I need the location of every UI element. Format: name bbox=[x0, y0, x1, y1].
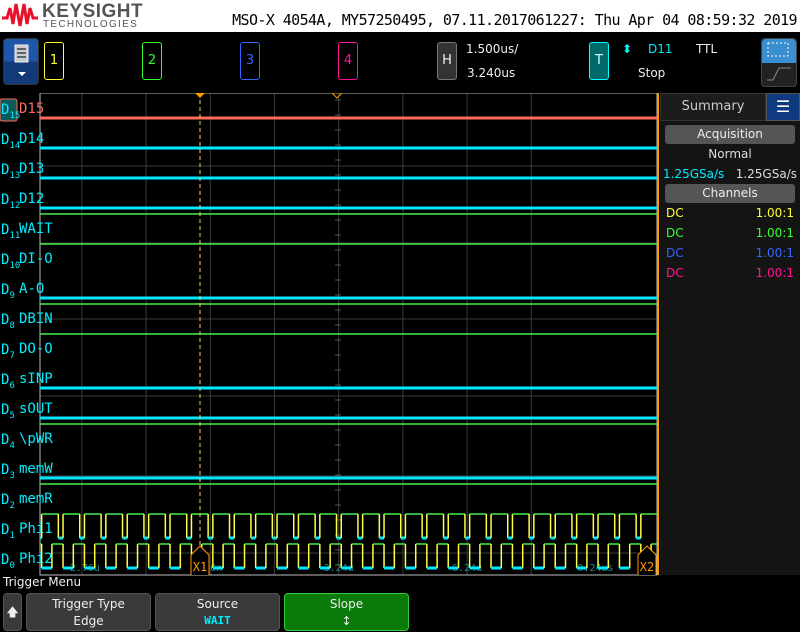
channel-3-button[interactable]: 3 bbox=[240, 42, 260, 80]
brand-subtitle: TECHNOLOGIES bbox=[43, 19, 139, 30]
menu-up-button[interactable]: 🡅 bbox=[3, 593, 22, 631]
channel-id: D5 bbox=[1, 402, 15, 421]
channel-id: D3 bbox=[1, 462, 15, 481]
signal-name: DBIN bbox=[19, 311, 53, 327]
summary-panel: Summary ☰ Acquisition Normal 1.25GSa/s 1.… bbox=[660, 93, 800, 575]
channel-id: D10 bbox=[1, 252, 20, 271]
channel-id: D1 bbox=[1, 522, 15, 541]
channels-header: Channels bbox=[665, 184, 795, 203]
timebase-delay: 3.240us bbox=[467, 66, 516, 80]
channel-id: D14 bbox=[1, 132, 20, 151]
waveform-display[interactable]: -2.76u 240n 3.24u 6.24u 9.24usD15D15D14D14D1… bbox=[0, 93, 660, 576]
keysight-logo-icon bbox=[2, 3, 38, 27]
channel-id: D13 bbox=[1, 162, 20, 181]
source-softkey[interactable]: Source WAIT bbox=[155, 593, 280, 631]
sample-rate-2: 1.25GSa/s bbox=[735, 167, 797, 181]
softkey-value: Edge bbox=[73, 614, 104, 628]
signal-name: memR bbox=[19, 491, 53, 507]
channel-summary-row: DC 1.00:1 bbox=[660, 243, 800, 263]
signal-name: WAIT bbox=[19, 221, 53, 237]
channel-id: D4 bbox=[1, 432, 15, 451]
channel-id: D12 bbox=[1, 192, 20, 211]
signal-name: D12 bbox=[19, 191, 44, 207]
channel-summary-row: DC 1.00:1 bbox=[660, 223, 800, 243]
slope-softkey[interactable]: Slope ↕ bbox=[284, 593, 409, 631]
signal-name: D15 bbox=[19, 101, 44, 117]
trigger-position-marker bbox=[195, 93, 205, 98]
probe-ratio: 1.00:1 bbox=[755, 226, 794, 240]
signal-name: sOUT bbox=[19, 401, 53, 417]
channel-1-button[interactable]: 1 bbox=[44, 42, 64, 80]
zone-select-icon[interactable] bbox=[762, 39, 796, 63]
signal-name: Phi1 bbox=[19, 521, 53, 537]
main-menu-button[interactable] bbox=[3, 38, 39, 85]
trigger-level: TTL bbox=[696, 42, 718, 56]
acquisition-header: Acquisition bbox=[665, 125, 795, 144]
coupling: DC bbox=[666, 266, 684, 280]
summary-tab[interactable]: Summary bbox=[660, 93, 766, 121]
trigger-button[interactable]: T bbox=[589, 42, 609, 80]
trigger-source: D11 bbox=[648, 42, 673, 56]
probe-ratio: 1.00:1 bbox=[755, 206, 794, 220]
signal-name: DI-O bbox=[19, 251, 53, 267]
softkey-label: Trigger Type bbox=[52, 597, 125, 611]
title-bar: KEYSIGHT TECHNOLOGIES MSO-X 4054A, MY572… bbox=[0, 0, 800, 32]
channel-id: D2 bbox=[1, 492, 15, 511]
touch-mode-buttons bbox=[761, 38, 797, 87]
cursor-label: X2 bbox=[640, 560, 654, 574]
coupling: DC bbox=[666, 246, 684, 260]
panel-menu-icon[interactable]: ☰ bbox=[766, 93, 800, 121]
signal-name: memW bbox=[19, 461, 53, 477]
menu-icon bbox=[14, 44, 29, 76]
signal-name: Phi2 bbox=[19, 551, 53, 567]
sample-rate-1: 1.25GSa/s bbox=[663, 167, 725, 181]
channel-2-button[interactable]: 2 bbox=[142, 42, 162, 80]
softkey-label: Source bbox=[196, 597, 239, 611]
signal-name: D14 bbox=[19, 131, 44, 147]
signal-name: \pWR bbox=[19, 431, 53, 447]
channel-id: D0 bbox=[1, 552, 15, 571]
acquisition-mode: Normal bbox=[708, 147, 752, 161]
channel-id: D6 bbox=[1, 372, 15, 391]
channel-id: D7 bbox=[1, 342, 15, 361]
channel-summary-row: DC 1.00:1 bbox=[660, 203, 800, 223]
cursor-label: X1 bbox=[193, 560, 207, 574]
signal-name: A-O bbox=[19, 281, 44, 297]
softkey-value: WAIT bbox=[204, 614, 231, 627]
channel-id: D11 bbox=[1, 222, 20, 241]
channel-id: D8 bbox=[1, 312, 15, 331]
channel-id: D9 bbox=[1, 282, 15, 301]
signal-name: DO-O bbox=[19, 341, 53, 357]
trigger-slope-icon: ⬍ bbox=[622, 42, 633, 56]
run-status: Stop bbox=[638, 66, 666, 80]
probe-ratio: 1.00:1 bbox=[755, 246, 794, 260]
softkey-label: Slope bbox=[329, 597, 364, 611]
timebase-scale: 1.500us/ bbox=[466, 42, 519, 56]
softkey-value: ↕ bbox=[341, 614, 352, 628]
coupling: DC bbox=[666, 206, 684, 220]
channel-4-button[interactable]: 4 bbox=[338, 42, 358, 80]
coupling: DC bbox=[666, 226, 684, 240]
trigger-type-softkey[interactable]: Trigger Type Edge bbox=[26, 593, 151, 631]
zone-trigger-icon[interactable] bbox=[762, 63, 796, 89]
probe-ratio: 1.00:1 bbox=[755, 266, 794, 280]
channel-summary-row: DC 1.00:1 bbox=[660, 263, 800, 283]
horizontal-button[interactable]: H bbox=[437, 42, 457, 80]
delay-reference-marker bbox=[331, 93, 343, 99]
signal-name: sINP bbox=[19, 371, 53, 387]
menu-title: Trigger Menu bbox=[3, 575, 82, 589]
instrument-title: MSO-X 4054A, MY57250495, 07.11.201706122… bbox=[232, 11, 797, 29]
signal-name: D13 bbox=[19, 161, 44, 177]
